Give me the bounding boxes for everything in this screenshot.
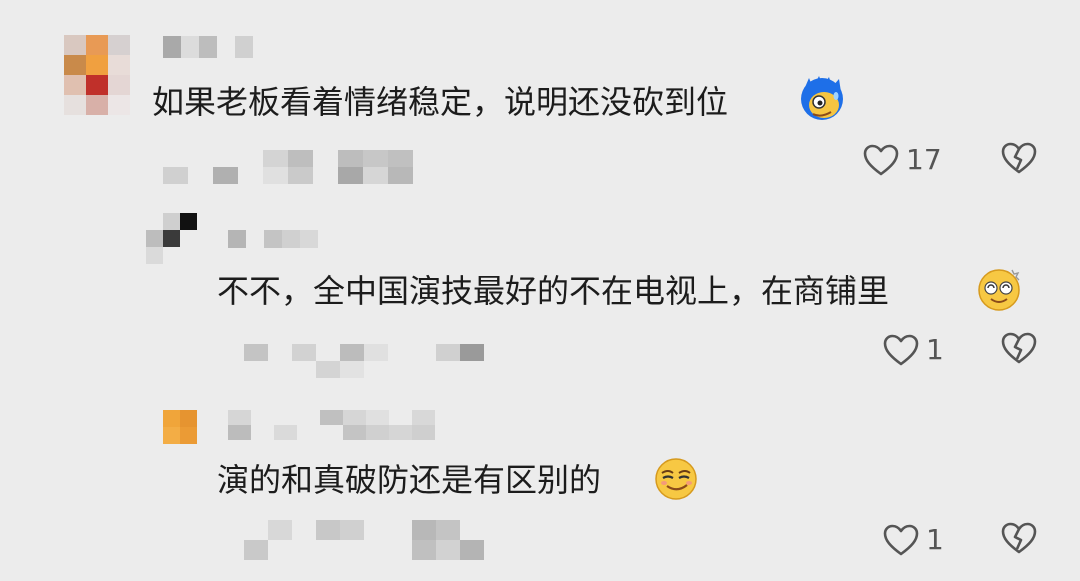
avatar[interactable] (146, 213, 198, 265)
heart-icon (883, 524, 919, 556)
username[interactable] (228, 410, 458, 440)
comment-meta (244, 344, 484, 378)
comment-meta (244, 520, 484, 560)
like-button[interactable]: 1 (882, 330, 944, 370)
comment-text: 演的和真破防还是有区别的 (217, 461, 602, 499)
heart-icon (863, 144, 899, 176)
like-count: 1 (926, 333, 944, 366)
dislike-button[interactable] (1000, 141, 1038, 175)
dislike-button[interactable] (1000, 331, 1038, 365)
username[interactable] (163, 36, 253, 58)
like-count: 1 (926, 523, 944, 556)
broken-heart-icon (1001, 522, 1037, 554)
comment-text: 如果老板看着情绪稳定，说明还没砍到位 (152, 83, 729, 121)
broken-heart-icon (1001, 142, 1037, 174)
smirking-face-icon (653, 455, 699, 501)
broken-heart-icon (1001, 332, 1037, 364)
avatar[interactable] (163, 410, 197, 444)
dizzy-face-icon (976, 266, 1022, 312)
comment-meta (163, 150, 413, 184)
heart-icon (883, 334, 919, 366)
comment-text: 不不，全中国演技最好的不在电视上，在商铺里 (217, 272, 890, 310)
comment-thread: 如果老板看着情绪稳定，说明还没砍到位 17 不不，全中国演技最好的不在电视上，在… (0, 0, 1080, 581)
dislike-button[interactable] (1000, 521, 1038, 555)
sweating-blue-face-icon (799, 76, 845, 122)
like-button[interactable]: 17 (862, 140, 942, 180)
avatar[interactable] (64, 35, 130, 115)
username[interactable] (228, 230, 318, 248)
like-button[interactable]: 1 (882, 520, 944, 560)
like-count: 17 (906, 143, 942, 176)
